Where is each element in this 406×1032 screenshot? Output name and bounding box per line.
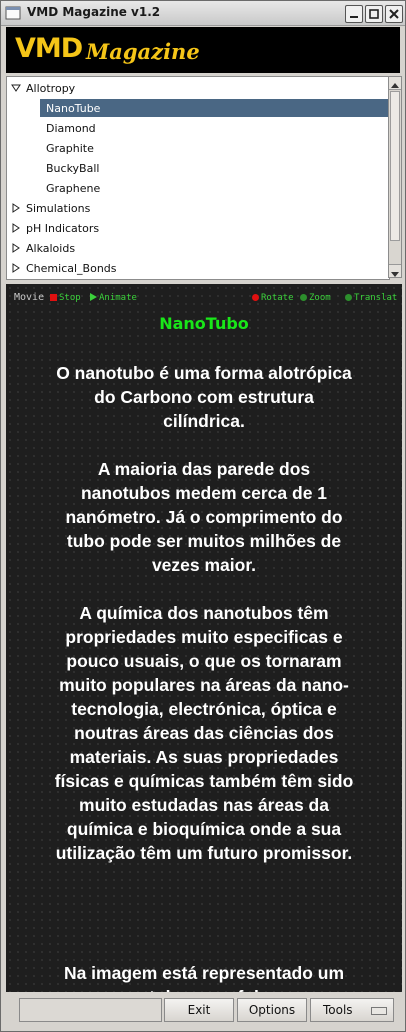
close-button[interactable] xyxy=(385,5,403,23)
app-window: VMD Magazine v1.2 VMD Magazine Allotropy… xyxy=(0,0,406,1032)
topic-tree[interactable]: Allotropy NanoTube Diamond Graphite Buck… xyxy=(6,76,390,280)
tree-node-chemical-bonds[interactable]: Chemical_Bonds xyxy=(7,258,389,278)
tree-node-graphite[interactable]: Graphite xyxy=(7,138,389,158)
article-title: NanoTubo xyxy=(159,314,249,333)
expanded-arrow-icon[interactable] xyxy=(11,83,21,93)
article-panel[interactable]: Movie Stop Animate Rotate Zoom Translat … xyxy=(6,284,402,992)
options-button[interactable]: Options xyxy=(237,998,307,1022)
app-icon xyxy=(5,6,21,20)
tree-node-label: NanoTube xyxy=(46,102,101,115)
zoom-indicator-icon xyxy=(300,294,307,301)
tree-node-label: Simulations xyxy=(26,202,91,215)
tree-node-ph-indicators[interactable]: pH Indicators xyxy=(7,218,389,238)
translate-label: Translat xyxy=(354,293,398,303)
translate-control[interactable]: Translat xyxy=(345,293,397,303)
tree-node-simulations[interactable]: Simulations xyxy=(7,198,389,218)
minimize-icon xyxy=(350,16,358,18)
scrollbar-thumb[interactable] xyxy=(390,91,400,241)
tools-menu-button[interactable]: Tools xyxy=(310,998,394,1022)
play-icon xyxy=(90,293,97,301)
article-paragraph: A química dos nanotubos têm propriedades… xyxy=(54,603,354,863)
zoom-label: Zoom xyxy=(309,293,331,303)
collapsed-arrow-icon[interactable] xyxy=(11,203,21,213)
tree-node-label: Allotropy xyxy=(26,82,76,95)
translate-indicator-icon xyxy=(345,294,352,301)
tree-node-nanotube[interactable]: NanoTube xyxy=(7,98,389,118)
stop-label: Stop xyxy=(59,293,81,303)
article-paragraph: A maioria das parede dos nanotubos medem… xyxy=(65,459,343,575)
vmd-magazine-logo: VMD Magazine xyxy=(6,27,400,73)
stop-control[interactable]: Stop xyxy=(50,293,81,303)
rotate-control[interactable]: Rotate xyxy=(252,293,294,303)
tree-node-buckyball[interactable]: BuckyBall xyxy=(7,158,389,178)
tree-node-label: Diamond xyxy=(46,122,96,135)
movie-controls: Movie Stop Animate Rotate Zoom Translat xyxy=(6,292,402,306)
tree-node-label: BuckyBall xyxy=(46,162,100,175)
window-title: VMD Magazine v1.2 xyxy=(27,5,161,19)
title-bar[interactable]: VMD Magazine v1.2 xyxy=(1,1,405,26)
tree-node-label: Chemical_Bonds xyxy=(26,262,117,275)
logo-subtitle: Magazine xyxy=(86,39,200,64)
scroll-down-button[interactable] xyxy=(389,264,401,277)
stop-icon xyxy=(50,294,57,301)
collapsed-arrow-icon[interactable] xyxy=(11,263,21,273)
tree-node-graphene[interactable]: Graphene xyxy=(7,178,389,198)
maximize-icon xyxy=(369,9,379,19)
scroll-up-button[interactable] xyxy=(389,77,401,90)
animate-control[interactable]: Animate xyxy=(90,293,137,303)
tools-label: Tools xyxy=(323,1003,353,1017)
article-paragraph: O nanotubo é uma forma alotrópica do Car… xyxy=(56,363,352,431)
down-arrow-icon xyxy=(391,272,399,277)
logo-brand: VMD xyxy=(15,33,83,64)
animate-label: Animate xyxy=(99,293,137,303)
tree-node-label: Graphite xyxy=(46,142,94,155)
article-paragraph: Na imagem está representado um nano-tubo… xyxy=(63,963,345,992)
exit-button[interactable]: Exit xyxy=(164,998,234,1022)
rotate-indicator-icon xyxy=(252,294,259,301)
tree-node-label: pH Indicators xyxy=(26,222,100,235)
tree-node-label: Alkaloids xyxy=(26,242,76,255)
collapsed-arrow-icon[interactable] xyxy=(11,243,21,253)
zoom-control[interactable]: Zoom xyxy=(300,293,331,303)
minimize-button[interactable] xyxy=(345,5,363,23)
close-icon xyxy=(389,9,399,19)
collapsed-arrow-icon[interactable] xyxy=(11,223,21,233)
maximize-button[interactable] xyxy=(365,5,383,23)
tree-node-allotropy[interactable]: Allotropy xyxy=(7,78,389,98)
tree-node-label: Graphene xyxy=(46,182,101,195)
bottom-toolbar: Exit Options Tools xyxy=(6,994,402,1026)
rotate-label: Rotate xyxy=(261,293,294,303)
status-field xyxy=(19,998,162,1022)
movie-label: Movie xyxy=(14,292,45,303)
menu-indicator-icon xyxy=(371,1007,387,1015)
tree-node-diamond[interactable]: Diamond xyxy=(7,118,389,138)
tree-node-alkaloids[interactable]: Alkaloids xyxy=(7,238,389,258)
tree-scrollbar[interactable] xyxy=(388,76,402,278)
